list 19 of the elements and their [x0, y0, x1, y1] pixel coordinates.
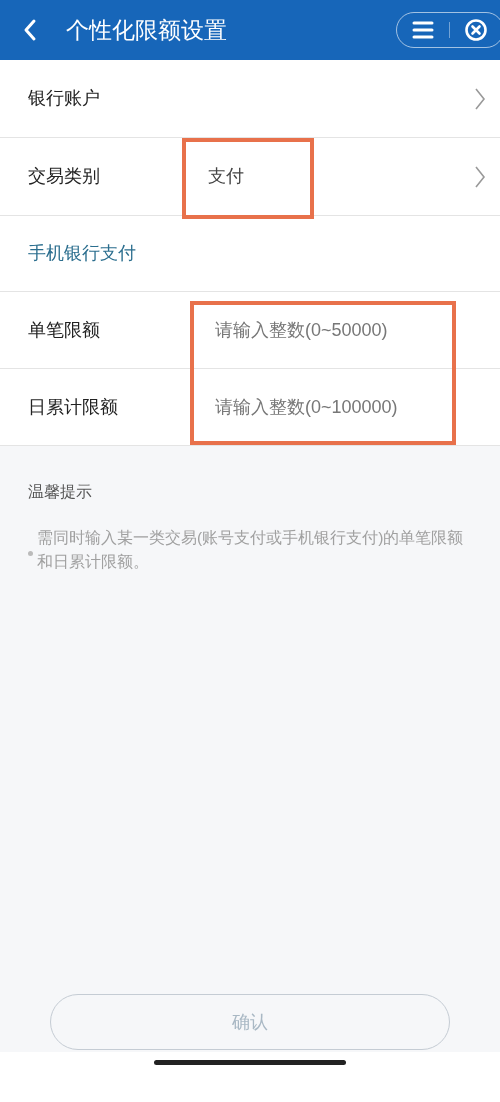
close-icon	[464, 18, 488, 42]
tip-text: 需同时输入某一类交易(账号支付或手机银行支付)的单笔限额和日累计限额。	[37, 528, 465, 572]
tips-title: 温馨提示	[28, 482, 93, 502]
row-label: 交易类别	[28, 165, 101, 188]
chevron-icon	[474, 86, 486, 111]
page-title: 个性化限额设置	[66, 15, 228, 45]
field-label: 日累计限额	[28, 395, 119, 419]
input-field[interactable]: 请输入整数(0~100000)	[215, 387, 445, 427]
list-row[interactable]: 交易类别 支付	[0, 138, 500, 216]
menu-icon	[412, 21, 434, 39]
list-row[interactable]: 银行账户	[0, 60, 500, 138]
row-value: 支付	[208, 165, 244, 188]
row-label: 银行账户	[28, 87, 101, 110]
back-icon	[23, 18, 37, 42]
section-title: 手机银行支付	[28, 242, 136, 265]
field-label: 单笔限额	[28, 318, 101, 342]
chevron-icon	[474, 164, 486, 189]
bullet-icon	[28, 550, 33, 556]
input-field[interactable]: 请输入整数(0~50000)	[215, 310, 445, 350]
